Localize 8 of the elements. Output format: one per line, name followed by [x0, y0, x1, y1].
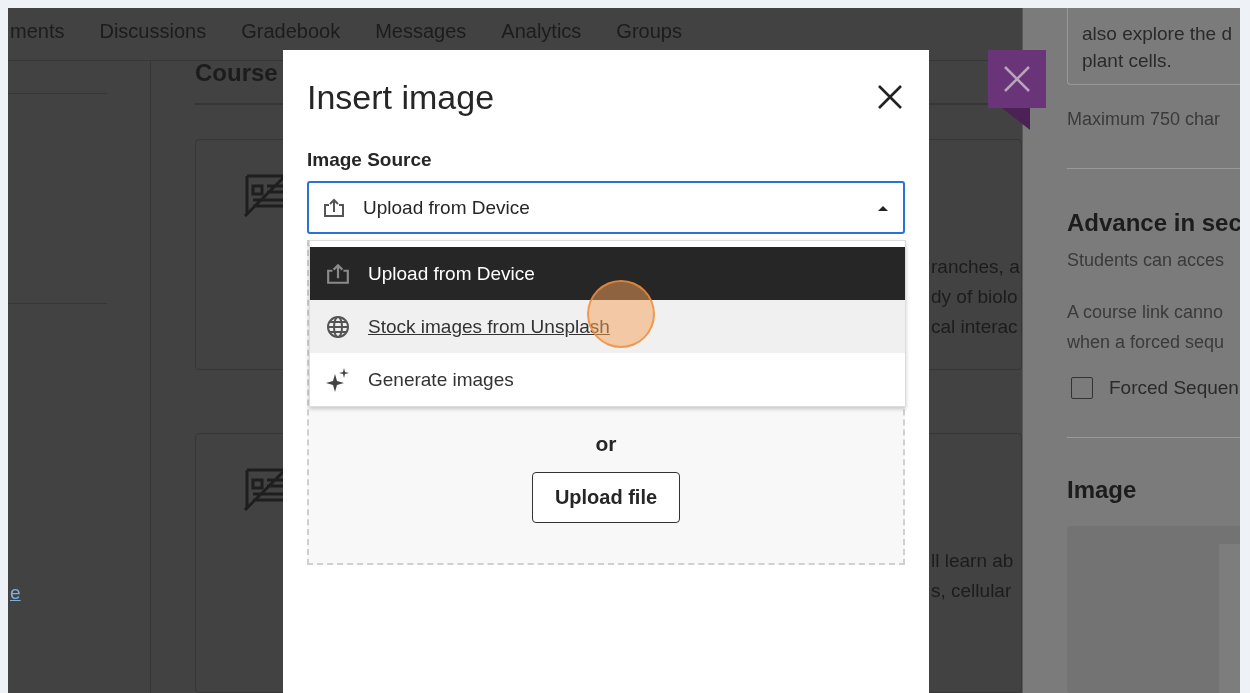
section-text: Students can acces	[1067, 248, 1226, 272]
section-heading: Image	[1067, 475, 1138, 504]
character-limit: Maximum 750 char	[1067, 109, 1222, 130]
section-text: when a forced sequ	[1067, 330, 1226, 354]
or-separator: or	[595, 432, 617, 456]
dialog-title: Insert image	[307, 77, 495, 117]
section-text: A course link canno	[1067, 300, 1225, 324]
field-label: Image Source	[307, 149, 433, 171]
